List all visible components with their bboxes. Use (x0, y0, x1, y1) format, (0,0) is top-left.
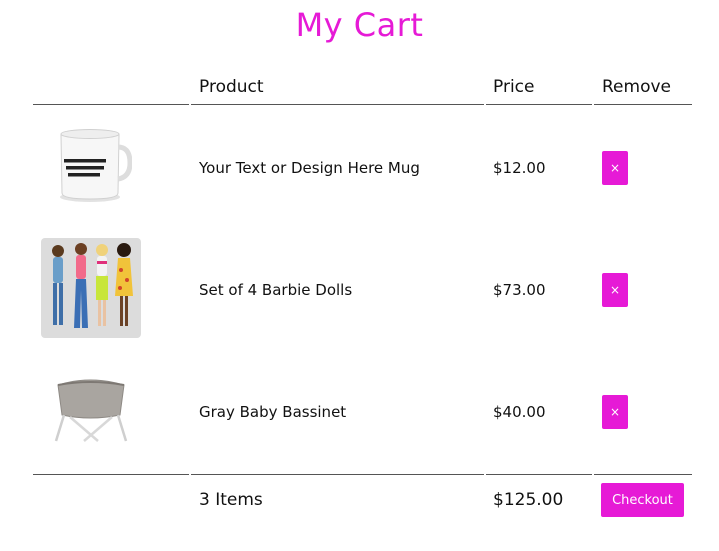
bassinet-image (54, 379, 128, 442)
footer-divider (594, 474, 692, 475)
product-price: $40.00 (493, 403, 546, 421)
mug-image (60, 129, 132, 202)
remove-item-button[interactable]: × (602, 395, 628, 429)
header-divider (33, 104, 189, 105)
product-name: Gray Baby Bassinet (199, 403, 347, 421)
remove-item-button[interactable]: × (602, 273, 628, 307)
header-divider (594, 104, 692, 105)
product-column-header: Product (199, 77, 264, 97)
header-divider (191, 104, 484, 105)
product-name: Your Text or Design Here Mug (199, 159, 420, 177)
header-divider (486, 104, 592, 105)
dolls-image (41, 238, 141, 338)
product-name: Set of 4 Barbie Dolls (199, 281, 353, 299)
cart-total: $125.00 (493, 490, 564, 510)
checkout-button[interactable]: Checkout (601, 483, 684, 517)
product-price: $12.00 (493, 159, 546, 177)
remove-column-header: Remove (602, 77, 671, 97)
cart-item-count: 3 Items (199, 490, 263, 510)
footer-divider (33, 474, 189, 475)
footer-divider (191, 474, 484, 475)
price-column-header: Price (493, 77, 535, 97)
product-price: $73.00 (493, 281, 546, 299)
page-title: My Cart (295, 6, 424, 44)
remove-item-button[interactable]: × (602, 151, 628, 185)
footer-divider (486, 474, 592, 475)
